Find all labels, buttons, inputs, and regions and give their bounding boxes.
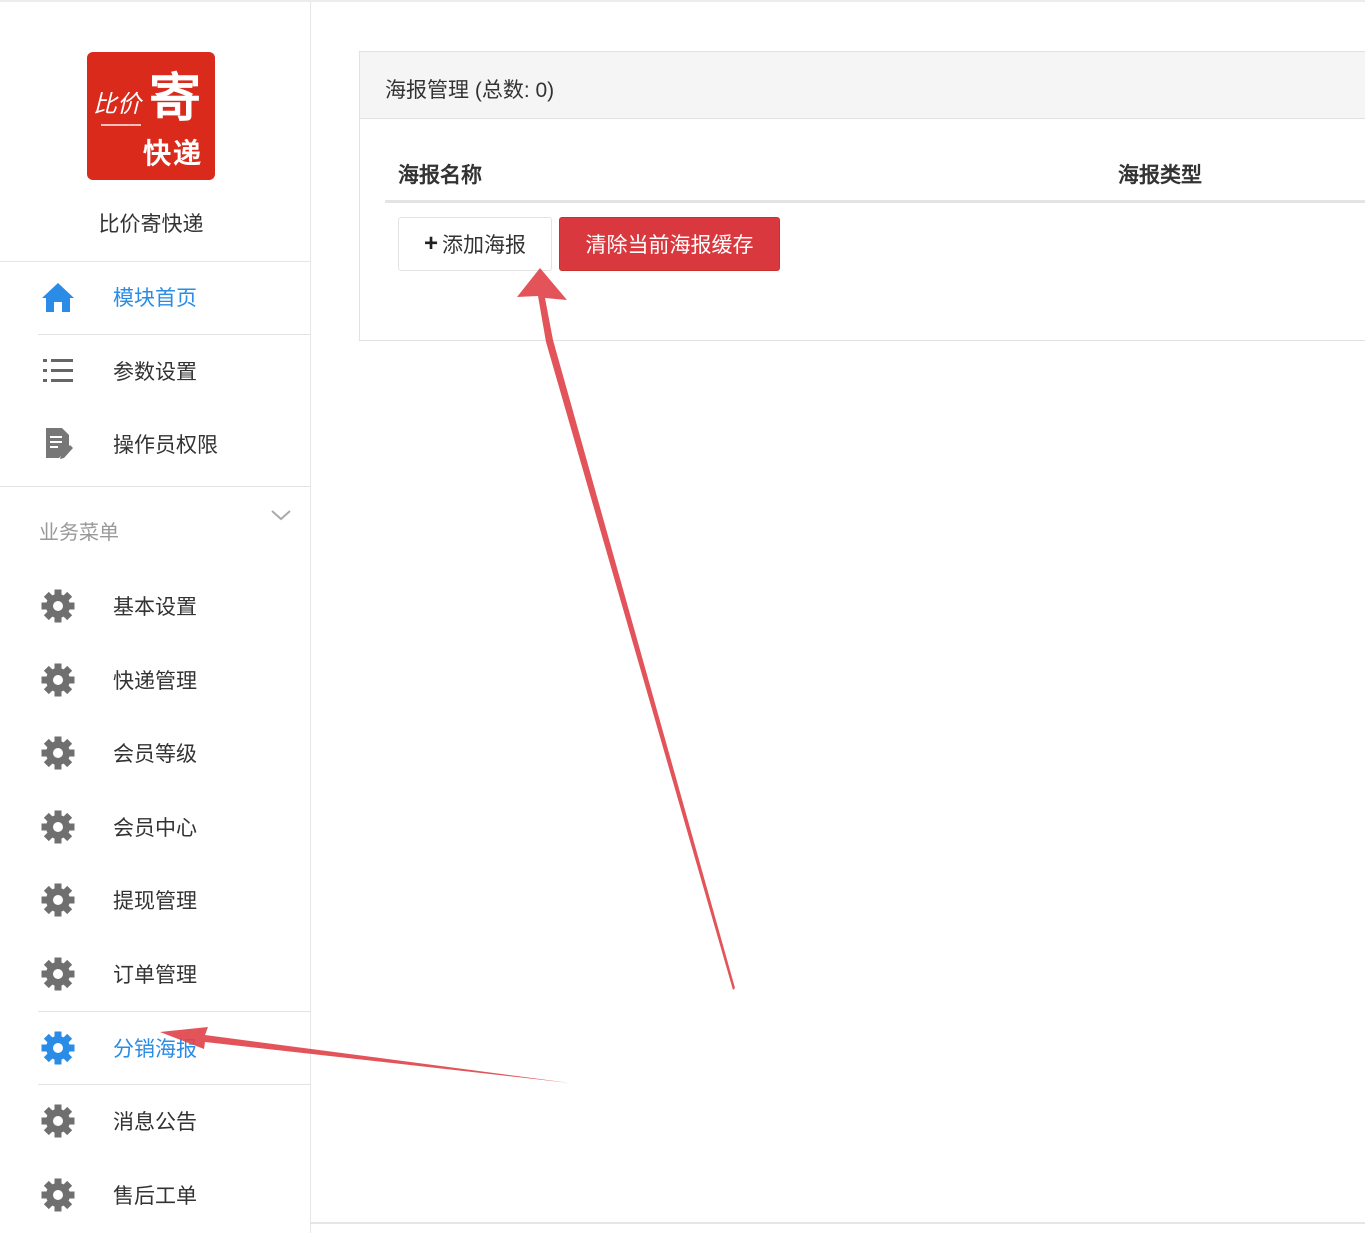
sidebar-item-params[interactable]: 参数设置 [0, 335, 311, 407]
poster-panel: 海报管理 (总数: 0) 海报名称 海报类型 + 添加海报 清除当前海报缓存 [359, 51, 1365, 341]
sidebar-item-label: 基本设置 [113, 596, 197, 619]
gear-icon [41, 663, 75, 697]
sidebar-item-label: 快递管理 [113, 670, 197, 693]
column-header-poster-name: 海报名称 [398, 164, 482, 187]
column-header-poster-type: 海报类型 [1118, 164, 1202, 187]
sidebar-item-9[interactable]: 售后工单 [0, 1159, 311, 1231]
sidebar-item-5[interactable]: 提现管理 [0, 864, 311, 936]
logo-subline [101, 124, 141, 126]
document-edit-icon [41, 427, 75, 461]
sidebar-item-1[interactable]: 基本设置 [0, 570, 311, 642]
gear-icon [41, 810, 75, 844]
panel-header: 海报管理 (总数: 0) [360, 52, 1365, 119]
sidebar-item-4[interactable]: 会员中心 [0, 791, 311, 863]
gear-icon [41, 1104, 75, 1138]
sidebar-item-8[interactable]: 消息公告 [0, 1085, 311, 1157]
sidebar-item-label: 参数设置 [113, 361, 197, 384]
sidebar-item-label: 分销海报 [113, 1038, 197, 1061]
gear-icon [41, 736, 75, 770]
sidebar-item-7[interactable]: 分销海报 [0, 1012, 311, 1084]
sidebar-item-3[interactable]: 会员等级 [0, 717, 311, 789]
plus-icon: + [423, 230, 438, 257]
add-poster-label: 添加海报 [442, 234, 526, 257]
sidebar-item-label: 模块首页 [113, 287, 197, 310]
gear-icon [41, 1031, 75, 1065]
divider [38, 1011, 311, 1012]
list-icon [41, 354, 75, 388]
sidebar-item-label: 订单管理 [113, 964, 197, 987]
home-icon [41, 280, 75, 314]
brand-block: 比价 寄 快递 比价寄快递 [0, 2, 311, 262]
gear-icon [41, 957, 75, 991]
sidebar-item-6[interactable]: 订单管理 [0, 938, 311, 1010]
divider [0, 486, 311, 487]
add-poster-button[interactable]: + 添加海报 [398, 217, 552, 271]
gear-icon [41, 1178, 75, 1212]
gear-icon [41, 589, 75, 623]
sidebar-item-operator-permissions[interactable]: 操作员权限 [0, 408, 311, 480]
brand-logo[interactable]: 比价 寄 快递 [87, 52, 215, 180]
logo-text-2: 寄 [149, 68, 202, 129]
logo-text-3: 快递 [143, 137, 204, 170]
sidebar: 比价 寄 快递 比价寄快递 模块首页 参数设置 操作员权限 业务菜单 基本设置快… [0, 2, 311, 1233]
sidebar-item-label: 售后工单 [113, 1185, 197, 1208]
chevron-down-icon [270, 508, 292, 527]
bottom-border [311, 1222, 1365, 1224]
business-menu-header[interactable]: 业务菜单 [0, 490, 311, 562]
sidebar-item-home[interactable]: 模块首页 [0, 261, 311, 333]
sidebar-item-label: 消息公告 [113, 1111, 197, 1134]
brand-name: 比价寄快递 [98, 213, 204, 236]
sidebar-item-label: 会员等级 [113, 743, 197, 766]
sidebar-item-label: 会员中心 [113, 817, 197, 840]
table-header-divider [385, 200, 1365, 203]
sidebar-item-label: 提现管理 [113, 890, 197, 913]
sidebar-item-label: 操作员权限 [113, 434, 218, 457]
logo-text-1: 比价 [93, 90, 141, 118]
panel-title: 海报管理 (总数: 0) [385, 79, 555, 102]
arrow-to-add-button [517, 268, 735, 990]
clear-poster-cache-button[interactable]: 清除当前海报缓存 [559, 217, 780, 271]
business-menu-label: 业务菜单 [39, 522, 119, 544]
gear-icon [41, 883, 75, 917]
sidebar-item-2[interactable]: 快递管理 [0, 644, 311, 716]
